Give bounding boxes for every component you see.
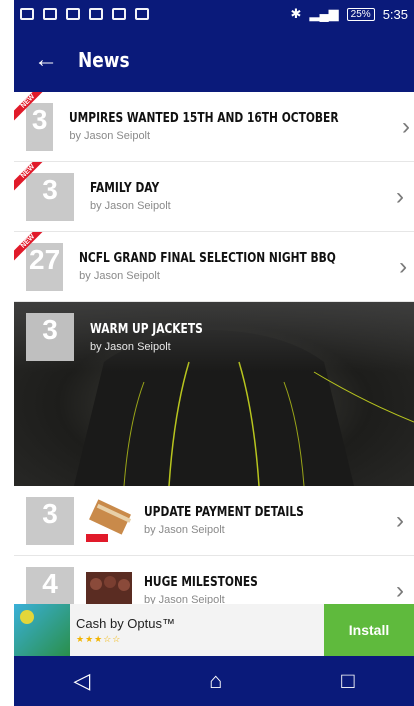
news-title: UPDATE PAYMENT DETAILS (144, 505, 304, 520)
clock: 5:35 (382, 6, 408, 22)
news-title: HUGE MILESTONES (144, 575, 258, 590)
new-ribbon: NEW (14, 162, 50, 198)
notification-icon (43, 8, 57, 20)
chevron-right-icon: › (396, 576, 404, 604)
page-title: News (78, 48, 130, 72)
nav-back-icon[interactable]: ◁ (73, 668, 90, 694)
chevron-right-icon: › (399, 252, 408, 280)
news-author: by Jason Seipolt (69, 130, 151, 142)
news-item[interactable]: 4 HUGE MILESTONES by Jason Seipolt › (14, 556, 414, 604)
news-author: by Jason Seipolt (144, 594, 225, 604)
news-item[interactable]: 27 NEW NCFL GRAND FINAL SELECTION NIGHT … (14, 232, 414, 302)
app-bar: ← News (14, 28, 414, 92)
notification-icon (112, 8, 126, 20)
install-button[interactable]: Install (324, 604, 414, 656)
nav-home-icon[interactable]: ⌂ (209, 668, 222, 694)
status-bar: ✱ ▂▄▆ 25% 5:35 (14, 0, 414, 28)
ad-banner[interactable]: Cash by Optus™ ★★★☆☆ Install (14, 604, 414, 656)
ad-app-name: Cash by Optus™ (76, 615, 175, 631)
payment-thumbnail (86, 498, 132, 542)
battery-indicator: 25% (346, 7, 375, 21)
notification-icons (20, 8, 149, 20)
notification-icon (135, 8, 149, 20)
rating-stars: ★★★☆☆ (76, 633, 122, 644)
chevron-right-icon: › (396, 182, 404, 210)
notification-icon (66, 8, 80, 20)
new-ribbon: NEW (14, 92, 50, 128)
news-author: by Jason Seipolt (79, 270, 160, 282)
date-badge: 3 (26, 313, 74, 361)
new-ribbon: NEW (14, 232, 50, 268)
news-title: NCFL GRAND FINAL SELECTION NIGHT BBQ (79, 251, 336, 266)
bluetooth-icon: ✱ (290, 6, 302, 21)
news-item[interactable]: 3 NEW UMPIRES WANTED 15TH AND 16TH OCTOB… (14, 92, 414, 162)
date-badge: 3 (26, 496, 74, 545)
system-navbar: ◁ ⌂ □ (14, 656, 414, 706)
chevron-right-icon: › (402, 112, 411, 140)
featured-news-item[interactable]: 3 WARM UP JACKETS by Jason Seipolt (14, 302, 414, 486)
news-title: FAMILY DAY (90, 181, 160, 196)
notification-icon (20, 8, 34, 20)
back-arrow-icon[interactable]: ← (14, 46, 78, 74)
news-author: by Jason Seipolt (144, 524, 225, 536)
notification-icon (89, 8, 103, 20)
date-badge: 4 (26, 566, 74, 604)
news-item[interactable]: 3 NEW FAMILY DAY by Jason Seipolt › (14, 162, 414, 232)
news-title: UMPIRES WANTED 15TH AND 16TH OCTOBER (69, 111, 339, 126)
milestones-thumbnail (86, 571, 132, 604)
news-author: by Jason Seipolt (90, 200, 171, 212)
news-item[interactable]: 3 UPDATE PAYMENT DETAILS by Jason Seipol… (14, 486, 414, 556)
chevron-right-icon: › (396, 506, 404, 534)
news-title: WARM UP JACKETS (90, 321, 203, 337)
signal-icon: ▂▄▆ (309, 6, 339, 21)
news-list[interactable]: 3 NEW UMPIRES WANTED 15TH AND 16TH OCTOB… (14, 92, 414, 604)
news-author: by Jason Seipolt (90, 340, 171, 353)
nav-recents-icon[interactable]: □ (341, 668, 354, 694)
app-logo-icon (14, 604, 70, 656)
